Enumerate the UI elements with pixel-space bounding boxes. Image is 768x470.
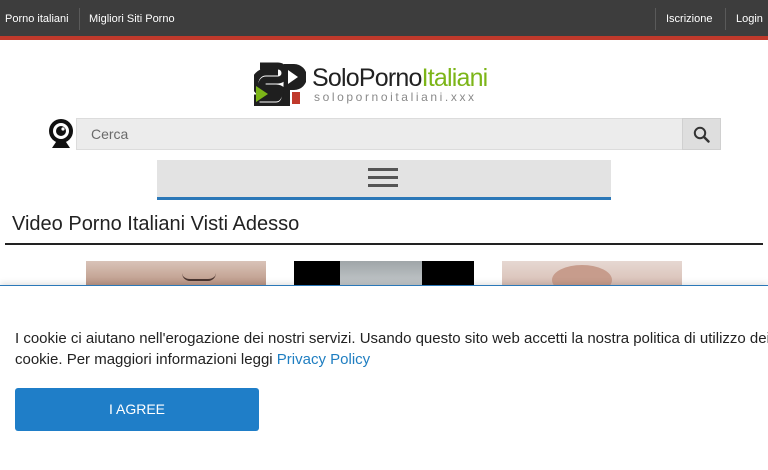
search-button[interactable] — [682, 118, 721, 150]
hamburger-menu-icon — [368, 168, 398, 188]
agree-button[interactable]: I AGREE — [15, 388, 259, 431]
privacy-policy-link[interactable]: Privacy Policy — [277, 351, 370, 368]
nav-divider — [79, 8, 80, 30]
nav-divider — [655, 8, 656, 30]
video-thumbnail[interactable] — [86, 261, 266, 287]
nav-link-login[interactable]: Login — [736, 12, 763, 26]
webcam-icon[interactable] — [46, 118, 76, 150]
nav-link-iscrizione[interactable]: Iscrizione — [666, 12, 712, 26]
nav-link-porno-italiani[interactable]: Porno italiani — [5, 12, 69, 26]
top-nav-bar: Porno italiani Migliori Siti Porno Iscri… — [0, 0, 768, 40]
section-title: Video Porno Italiani Visti Adesso — [12, 213, 300, 235]
search-icon — [693, 126, 710, 143]
site-logo[interactable]: SoloPornoItaliani solopornoitaliani.xxx — [254, 62, 516, 108]
section-divider — [5, 243, 763, 245]
cookie-message: I cookie ci aiutano nell'erogazione dei … — [15, 330, 768, 368]
logo-mark-icon — [254, 62, 306, 106]
main-menu-toggle[interactable] — [157, 160, 611, 200]
nav-link-migliori-siti[interactable]: Migliori Siti Porno — [89, 12, 175, 26]
video-thumbnail[interactable] — [294, 261, 474, 287]
logo-subtitle: solopornoitaliani.xxx — [314, 90, 477, 104]
nav-divider — [725, 8, 726, 30]
video-thumbnail[interactable] — [502, 261, 682, 287]
logo-title: SoloPornoItaliani — [312, 64, 488, 92]
cookie-consent-banner: I cookie ci aiutano nell'erogazione dei … — [0, 285, 768, 470]
search-input[interactable] — [76, 118, 682, 150]
